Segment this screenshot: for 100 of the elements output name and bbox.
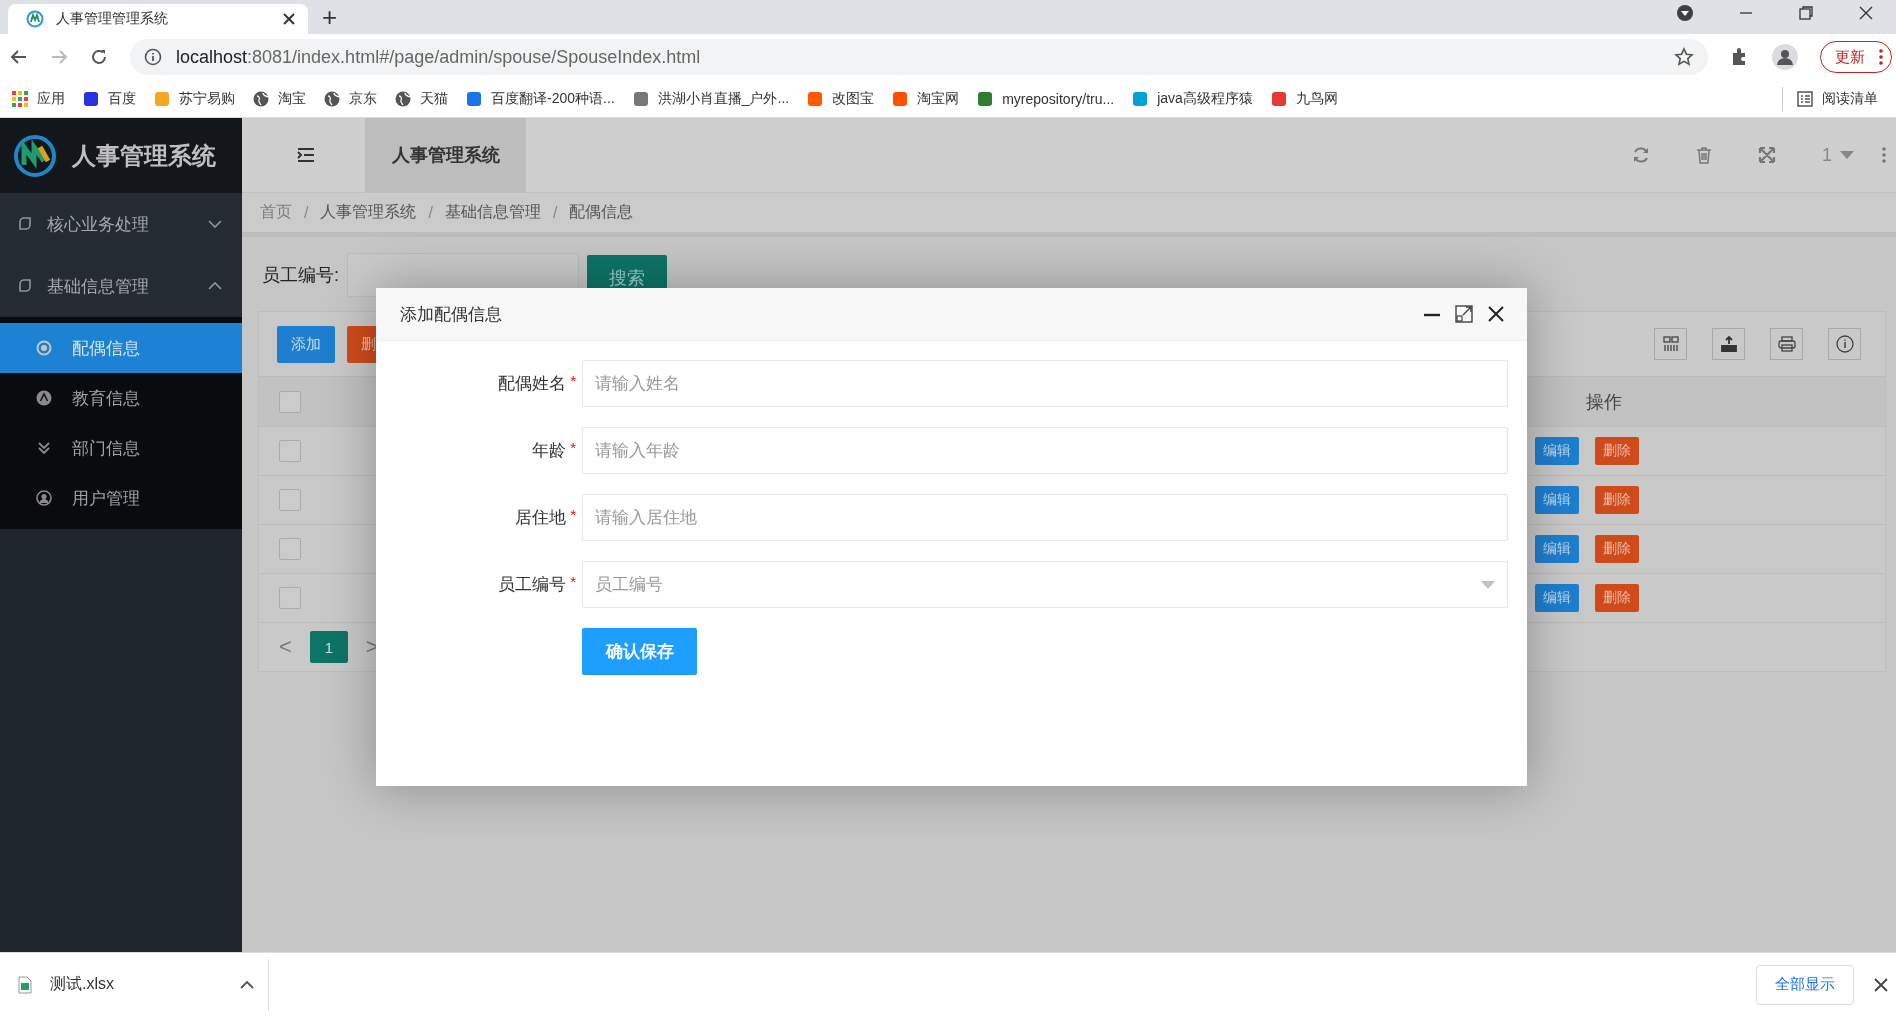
menu-item[interactable]: 用户管理 [0, 473, 242, 523]
site-icon [632, 90, 649, 107]
menu-item-icon [36, 340, 52, 356]
show-all-button[interactable]: 全部显示 [1756, 964, 1854, 1005]
reload-icon[interactable] [90, 48, 108, 66]
input-field[interactable]: 请输入姓名 [582, 360, 1508, 407]
columns-icon [1660, 334, 1681, 354]
site-icon [83, 90, 99, 107]
spreadsheet-file-icon [18, 975, 32, 994]
more-icon[interactable] [1882, 147, 1886, 163]
menu-group-item[interactable]: 核心业务处理 [0, 193, 242, 255]
tab-title: 人事管理管理系统 [56, 10, 169, 28]
chevron-icon [208, 281, 222, 291]
close-icon[interactable] [282, 12, 296, 26]
back-icon[interactable] [10, 48, 28, 66]
update-button[interactable]: 更新 [1820, 41, 1892, 73]
close-icon[interactable] [1858, 5, 1874, 21]
bookmark-item[interactable]: 百度 [83, 89, 136, 108]
bookmark-item[interactable]: 百度翻译-200种语... [466, 89, 615, 108]
logo-icon [12, 132, 58, 179]
fullscreen-icon[interactable] [1758, 146, 1776, 164]
chevron-icon [208, 219, 222, 229]
required-mark: * [570, 506, 576, 523]
list-icon [1797, 90, 1813, 107]
menu-item-icon [36, 390, 52, 406]
profile-icon[interactable] [1772, 44, 1798, 70]
bookmark-item[interactable]: 九鸟网 [1270, 89, 1338, 108]
breadcrumb-link[interactable]: 基础信息管理 [444, 202, 541, 223]
apps-grid-icon [12, 90, 28, 107]
site-icon [892, 90, 909, 107]
site-icon [154, 90, 170, 107]
bookmark-item[interactable]: 应用 [12, 89, 65, 108]
checkbox[interactable] [279, 440, 301, 462]
folder-outline-icon [17, 278, 33, 294]
download-item[interactable]: 测试.xlsx [18, 974, 268, 995]
bookmark-item[interactable]: 淘宝 [253, 89, 306, 108]
menu-item[interactable]: 教育信息 [0, 373, 242, 423]
info-button[interactable] [1828, 328, 1861, 360]
bookmark-item[interactable]: 洪湖小肖直播_户外... [632, 89, 790, 108]
print-icon [1776, 334, 1797, 354]
info-icon [144, 48, 162, 66]
add-button[interactable]: 添加 [277, 325, 335, 363]
folder-outline-icon [17, 216, 33, 232]
browser-tab[interactable]: 人事管理管理系统 [8, 4, 308, 34]
bookmark-item[interactable]: myrepository/tru... [977, 90, 1115, 107]
menu-item[interactable]: 配偶信息 [0, 323, 242, 373]
trash-icon[interactable] [1696, 146, 1712, 164]
site-icon [26, 10, 44, 28]
breadcrumb-link[interactable]: 人事管理系统 [320, 202, 417, 223]
more-icon [1879, 49, 1883, 65]
export-icon [1718, 334, 1739, 354]
close-icon[interactable] [1874, 977, 1888, 992]
breadcrumb-link[interactable]: 配偶信息 [569, 202, 634, 223]
bookmark-item[interactable]: 天猫 [395, 89, 448, 108]
breadcrumb-separator: / [304, 203, 309, 222]
breadcrumb-separator: / [428, 203, 433, 222]
input-field[interactable]: 请输入居住地 [582, 494, 1508, 541]
star-icon[interactable] [1674, 47, 1694, 67]
site-icon [1132, 90, 1149, 107]
site-icon [807, 90, 824, 107]
new-tab-button[interactable]: + [308, 2, 352, 34]
checkbox[interactable] [279, 390, 301, 413]
caret-icon [1840, 151, 1854, 159]
site-icon [466, 90, 482, 107]
refresh-icon[interactable] [1632, 146, 1650, 164]
field-label: 居住地 [515, 507, 567, 529]
maximize-icon[interactable] [1455, 305, 1473, 323]
input-field[interactable]: 请输入年龄 [582, 427, 1508, 474]
export-button[interactable] [1712, 328, 1745, 360]
columns-button[interactable] [1654, 328, 1687, 360]
page-button[interactable]: 1 [309, 631, 348, 663]
bookmark-item[interactable]: java高级程序猿 [1132, 89, 1253, 108]
restore-icon[interactable] [1798, 5, 1814, 21]
checkbox[interactable] [279, 587, 301, 609]
app-title: 人事管理系统 [72, 140, 216, 171]
reading-list-button[interactable]: 阅读清单 [1797, 89, 1878, 108]
close-icon[interactable] [1487, 305, 1505, 323]
site-icon [977, 90, 994, 107]
search-label: 员工编号: [262, 264, 339, 287]
column-header: 操作 [1586, 390, 1622, 414]
chevron-up-icon [240, 979, 254, 990]
menu-item[interactable]: 部门信息 [0, 423, 242, 473]
field-label: 配偶姓名 [498, 373, 567, 395]
globe-icon [253, 90, 269, 107]
dialog-title: 添加配偶信息 [400, 303, 502, 326]
globe-icon [324, 90, 340, 107]
menu-group-item[interactable]: 基础信息管理 [0, 255, 242, 317]
header-tab[interactable]: 人事管理系统 [365, 117, 526, 193]
print-button[interactable] [1770, 328, 1803, 360]
field-label: 员工编号 [498, 574, 567, 596]
menu-toggle-icon[interactable] [297, 148, 315, 162]
profile-menu-icon[interactable] [1676, 4, 1694, 22]
bookmark-item[interactable]: 改图宝 [807, 89, 875, 108]
checkbox[interactable] [279, 489, 301, 511]
checkbox[interactable] [279, 538, 301, 560]
bookmark-item[interactable]: 京东 [324, 89, 377, 108]
bookmark-item[interactable]: 淘宝网 [892, 89, 960, 108]
address-field[interactable]: localhost:8081/index.html#/page/admin/spouse/SpouseIndex.html [130, 39, 1708, 75]
menu-item-icon [36, 490, 52, 506]
bookmark-item[interactable]: 苏宁易购 [154, 89, 235, 108]
